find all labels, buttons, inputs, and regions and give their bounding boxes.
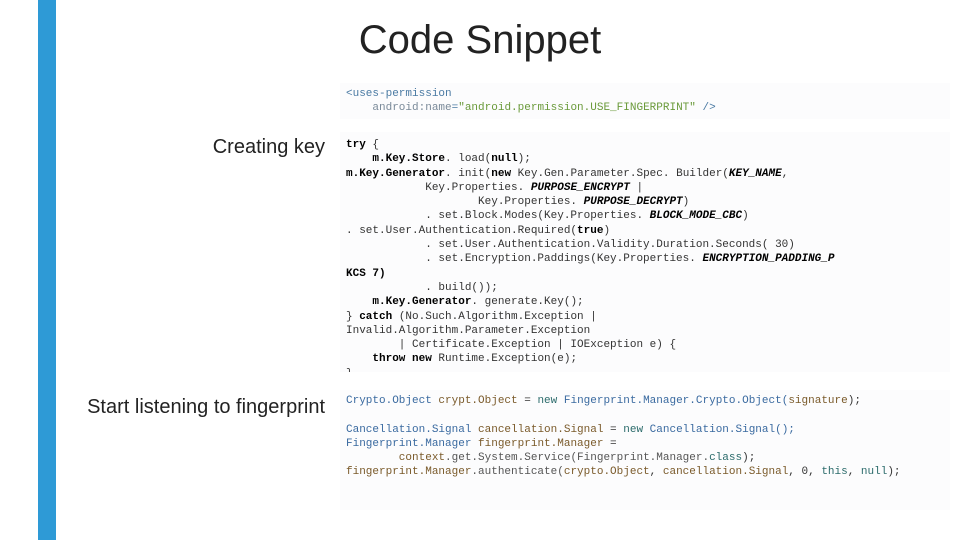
- code-creating-key: try { m.Key.Store. load(null); m.Key.Gen…: [340, 132, 950, 372]
- slide-title: Code Snippet: [0, 18, 960, 63]
- code-uses-permission: <uses-permission android:name="android.p…: [340, 83, 950, 119]
- label-creating-key: Creating key: [85, 136, 325, 159]
- label-start-listening: Start listening to fingerprint: [85, 395, 325, 419]
- code-fingerprint-listen: Crypto.Object crypt.Object = new Fingerp…: [340, 390, 950, 510]
- accent-bar: [38, 0, 56, 540]
